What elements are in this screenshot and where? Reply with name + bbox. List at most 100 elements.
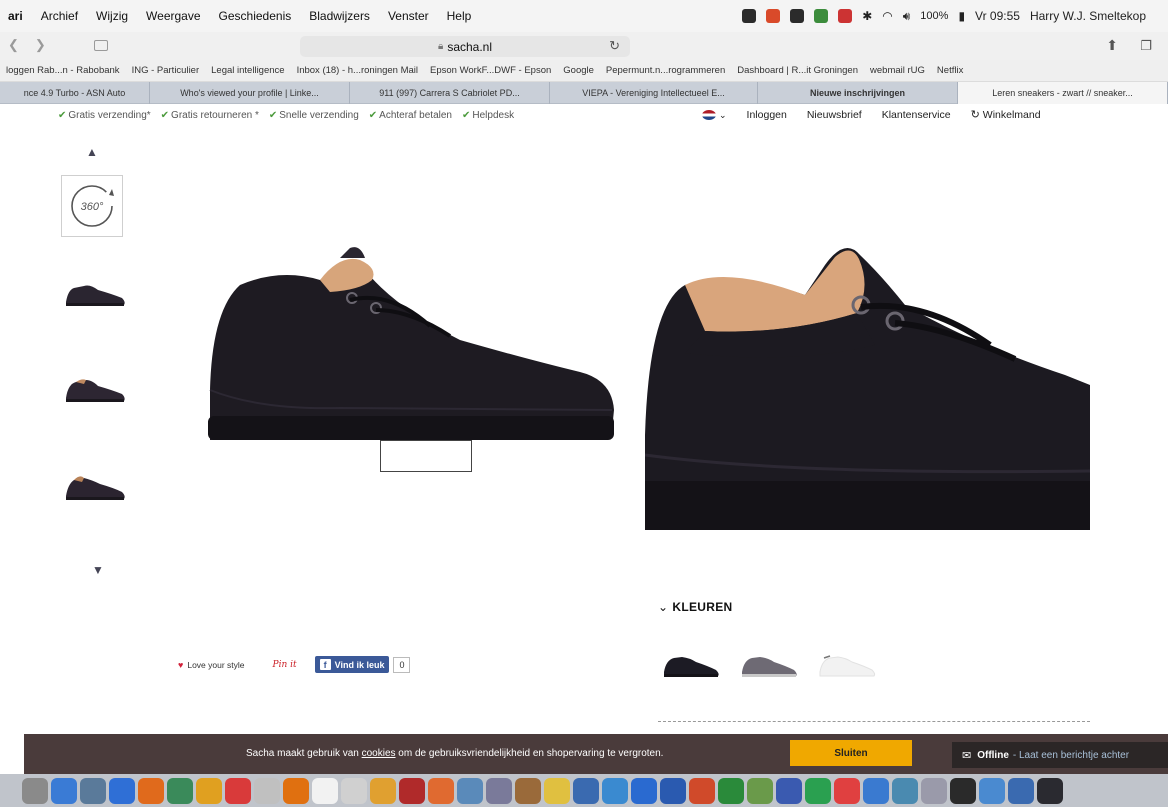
newsletter-link[interactable]: Nieuwsbrief (807, 109, 862, 121)
dock-app-icon[interactable] (167, 777, 193, 804)
chat-widget[interactable]: ✉ Offline - Laat een berichtje achter (952, 742, 1168, 768)
clock[interactable]: Vr 09:55 (975, 9, 1020, 23)
dock-app-icon[interactable] (950, 777, 976, 804)
dock-app-icon[interactable] (573, 777, 599, 804)
bookmark-item[interactable]: webmail rUG (870, 65, 925, 76)
dock-app-icon[interactable] (486, 777, 512, 804)
menu-wijzig[interactable]: Wijzig (96, 9, 128, 23)
menu-help[interactable]: Help (447, 9, 472, 23)
pinterest-button[interactable]: Pin it (273, 660, 297, 670)
menu-weergave[interactable]: Weergave (146, 9, 200, 23)
menu-venster[interactable]: Venster (388, 9, 429, 23)
back-icon[interactable]: ❮ (8, 37, 19, 53)
dock-app-icon[interactable] (51, 777, 77, 804)
reload-icon[interactable]: ↻ (609, 38, 620, 54)
bookmark-item[interactable]: Dashboard | R...it Groningen (737, 65, 858, 76)
cookies-link[interactable]: cookies (362, 748, 396, 759)
dock-app-icon[interactable] (834, 777, 860, 804)
dock-app-icon[interactable] (1008, 777, 1034, 804)
facebook-like-button[interactable]: f Vind ik leuk (314, 656, 390, 673)
volume-icon[interactable]: 🔊︎ (903, 9, 911, 24)
dock-app-icon[interactable] (138, 777, 164, 804)
colour-option-black[interactable] (660, 648, 722, 682)
cart-link[interactable]: ↻ Winkelmand (971, 108, 1041, 121)
dock-app-icon[interactable] (602, 777, 628, 804)
dock-app-icon[interactable] (544, 777, 570, 804)
thumbnail-shoe-1[interactable] (60, 272, 130, 312)
dock-app-icon[interactable] (776, 777, 802, 804)
colours-heading[interactable]: ⌄ KLEUREN (658, 600, 732, 614)
main-product-image[interactable] (200, 240, 620, 460)
dock-app-icon[interactable] (1037, 777, 1063, 804)
thumbnail-scroll-up-icon[interactable]: ▲ (86, 145, 98, 159)
thumbnail-scroll-down-icon[interactable]: ▼ (92, 563, 104, 577)
dock-app-icon[interactable] (254, 777, 280, 804)
bookmark-item[interactable]: ING - Particulier (132, 65, 200, 76)
bookmark-item[interactable]: Google (563, 65, 594, 76)
status-app-icon[interactable] (742, 9, 757, 23)
dock-app-icon[interactable] (22, 777, 48, 804)
dock-app-icon[interactable] (979, 777, 1005, 804)
dock-app-icon[interactable] (312, 777, 338, 804)
login-link[interactable]: Inloggen (747, 109, 787, 121)
forward-icon[interactable]: ❯ (35, 37, 46, 53)
dock-app-icon[interactable] (370, 777, 396, 804)
close-cookie-button[interactable]: Sluiten (790, 740, 912, 766)
dock-app-icon[interactable] (863, 777, 889, 804)
bookmark-item[interactable]: loggen Rab...n - Rabobank (6, 65, 120, 76)
share-icon[interactable]: ⬆︎ (1106, 37, 1118, 54)
dock-app-icon[interactable] (921, 777, 947, 804)
bookmark-item[interactable]: Epson WorkF...DWF - Epson (430, 65, 551, 76)
status-app-icon[interactable] (766, 9, 781, 23)
browser-tab[interactable]: Nieuwe inschrijvingen (758, 82, 958, 104)
bookmark-item[interactable]: Netflix (937, 65, 963, 76)
dock-app-icon[interactable] (892, 777, 918, 804)
language-selector[interactable]: ⌄ (702, 109, 727, 121)
zoom-lens-marker[interactable] (380, 440, 472, 472)
love-your-style-link[interactable]: Love your style (187, 660, 244, 670)
dock-app-icon[interactable] (660, 777, 686, 804)
thumbnail-shoe-3[interactable] (60, 466, 130, 506)
dock-app-icon[interactable] (718, 777, 744, 804)
dock-app-icon[interactable] (747, 777, 773, 804)
dock-app-icon[interactable] (689, 777, 715, 804)
battery-icon[interactable]: ▮ (958, 9, 965, 23)
dock-app-icon[interactable] (283, 777, 309, 804)
status-app-icon[interactable] (814, 9, 829, 23)
bookmark-item[interactable]: Legal intelligence (211, 65, 284, 76)
menu-archief[interactable]: Archief (41, 9, 78, 23)
dock-app-icon[interactable] (341, 777, 367, 804)
tabs-overview-icon[interactable]: ❐ (1140, 38, 1152, 54)
wifi-icon[interactable]: ◠ (882, 9, 892, 23)
dock-app-icon[interactable] (225, 777, 251, 804)
sidebar-icon[interactable] (94, 40, 108, 51)
dock-app-icon[interactable] (515, 777, 541, 804)
bluetooth-icon[interactable]: ✱ (862, 9, 872, 23)
menu-geschiedenis[interactable]: Geschiedenis (219, 9, 292, 23)
address-bar[interactable]: 🔒︎ sacha.nl ↻ (300, 36, 630, 57)
bookmark-item[interactable]: Inbox (18) - h...roningen Mail (297, 65, 418, 76)
thumbnail-360[interactable]: 360° (61, 175, 123, 237)
dock-app-icon[interactable] (805, 777, 831, 804)
menu-app[interactable]: ari (8, 9, 23, 23)
colour-option-grey[interactable] (738, 648, 800, 682)
status-app-icon[interactable] (790, 9, 805, 23)
battery-percent[interactable]: 100% (920, 10, 948, 22)
dock-app-icon[interactable] (399, 777, 425, 804)
colour-option-white[interactable] (816, 648, 878, 682)
browser-tab[interactable]: VIEPA - Vereniging Intellectueel E... (550, 82, 758, 104)
dock-app-icon[interactable] (196, 777, 222, 804)
browser-tab[interactable]: Leren sneakers - zwart // sneaker... (958, 82, 1168, 104)
status-app-icon[interactable] (838, 9, 853, 23)
browser-tab[interactable]: nce 4.9 Turbo - ASN Auto (0, 82, 150, 104)
thumbnail-shoe-2[interactable] (60, 368, 130, 408)
user-name[interactable]: Harry W.J. Smeltekop (1030, 9, 1146, 23)
bookmark-item[interactable]: Pepermunt.n...rogrammeren (606, 65, 725, 76)
dock-app-icon[interactable] (109, 777, 135, 804)
dock-app-icon[interactable] (428, 777, 454, 804)
browser-tab[interactable]: Who's viewed your profile | Linke... (150, 82, 350, 104)
customer-service-link[interactable]: Klantenservice (882, 109, 951, 121)
dock-app-icon[interactable] (631, 777, 657, 804)
dock-app-icon[interactable] (457, 777, 483, 804)
dock-app-icon[interactable] (80, 777, 106, 804)
